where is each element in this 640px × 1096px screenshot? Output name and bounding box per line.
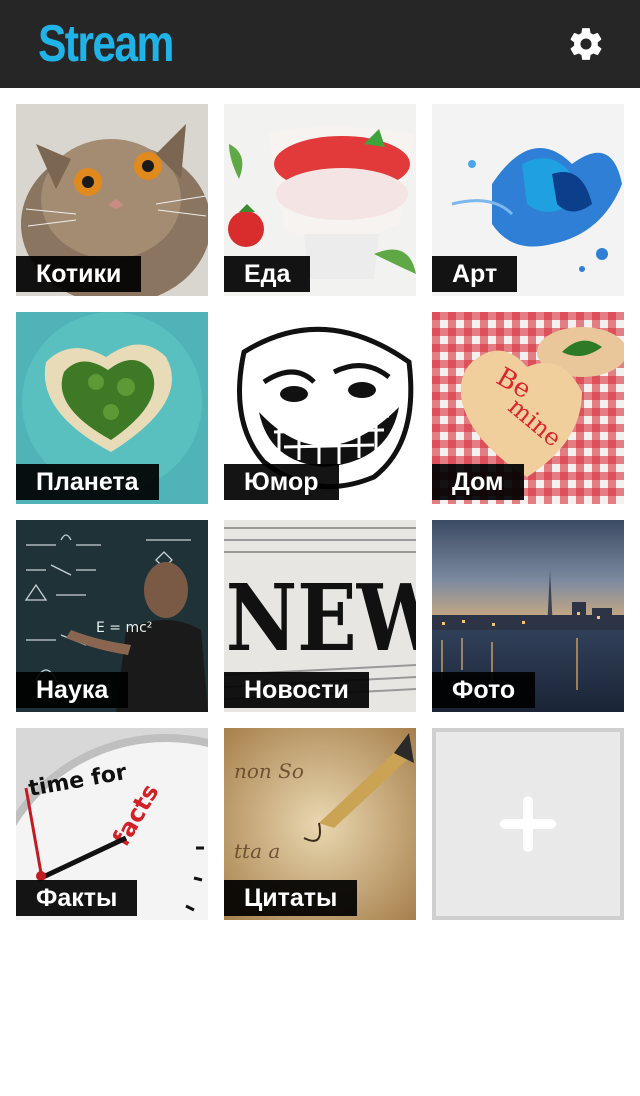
- svg-text:non So: non So: [234, 759, 304, 783]
- tile-label: Наука: [16, 672, 129, 708]
- category-tile-quotes[interactable]: non So tta a Цитаты: [224, 728, 416, 920]
- tile-label: Юмор: [224, 464, 339, 500]
- category-tile-art[interactable]: Арт: [432, 104, 624, 296]
- settings-button[interactable]: [562, 20, 610, 68]
- tile-label: Фото: [432, 672, 536, 708]
- tile-label: Еда: [224, 256, 311, 292]
- category-tile-science[interactable]: E = mc² Наука: [16, 520, 208, 712]
- gear-icon: [570, 28, 602, 60]
- tile-label: Цитаты: [224, 880, 358, 916]
- category-tile-humor[interactable]: Юмор: [224, 312, 416, 504]
- tile-label: Факты: [16, 880, 138, 916]
- category-tile-facts[interactable]: time for facts Факты: [16, 728, 208, 920]
- app-logo: Stream: [38, 15, 174, 73]
- tile-label: Новости: [224, 672, 369, 708]
- add-category-button[interactable]: [432, 728, 624, 920]
- plus-icon: [500, 796, 556, 852]
- category-tile-planet[interactable]: Планета: [16, 312, 208, 504]
- svg-text:tta a: tta a: [234, 839, 280, 863]
- tile-label: Котики: [16, 256, 142, 292]
- tile-label: Арт: [432, 256, 518, 292]
- category-tile-photo[interactable]: Фото: [432, 520, 624, 712]
- tile-label: Дом: [432, 464, 524, 500]
- category-tile-news[interactable]: NEW Новости: [224, 520, 416, 712]
- tile-label: Планета: [16, 464, 159, 500]
- category-tile-home[interactable]: Be mine Дом: [432, 312, 624, 504]
- svg-text:E = mc²: E = mc²: [96, 620, 152, 636]
- app-bar: Stream: [0, 0, 640, 88]
- category-tile-cats[interactable]: Котики: [16, 104, 208, 296]
- category-tile-food[interactable]: Еда: [224, 104, 416, 296]
- svg-text:NEW: NEW: [226, 565, 416, 673]
